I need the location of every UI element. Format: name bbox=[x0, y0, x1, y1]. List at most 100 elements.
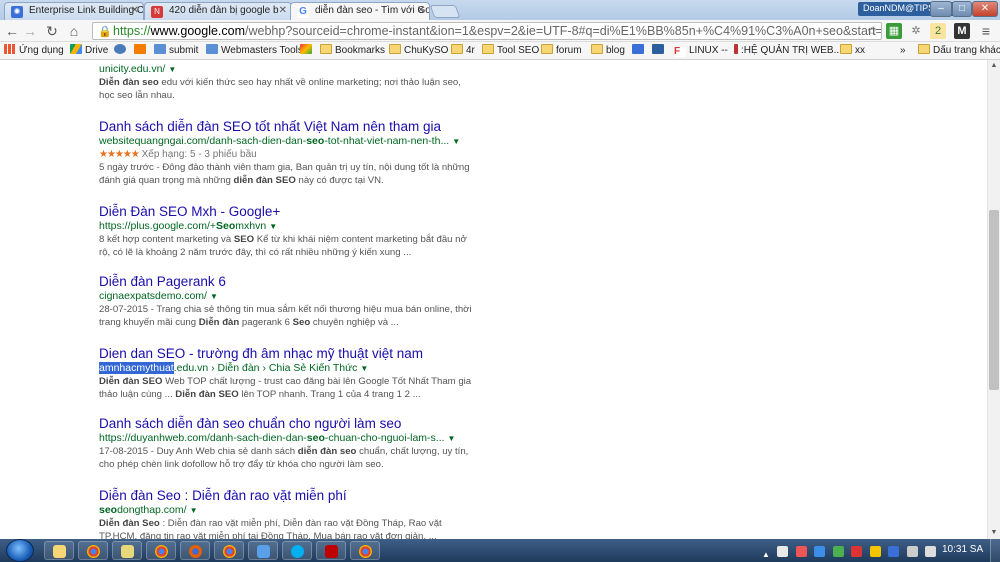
taskbar-chrome[interactable] bbox=[146, 541, 176, 560]
tab-label: diễn đàn seo - Tìm với Go bbox=[315, 5, 430, 16]
caret-down-icon[interactable]: ▼ bbox=[452, 137, 460, 146]
taskbar-chrome[interactable] bbox=[78, 541, 108, 560]
result-title-link[interactable]: Diễn Đàn SEO Mxh - Google+ bbox=[99, 203, 479, 220]
bookmarks-bar: Ứng dụng Drive submit Webmasters Tools B… bbox=[0, 42, 1000, 60]
network-icon[interactable] bbox=[906, 546, 918, 557]
caret-down-icon[interactable]: ▼ bbox=[360, 364, 368, 373]
caret-down-icon[interactable]: ▼ bbox=[190, 506, 198, 515]
result-title-link[interactable]: Diễn đàn Seo : Diễn đàn rao vặt miễn phí bbox=[99, 487, 479, 504]
result-title-link[interactable]: Dien dan SEO - trường đh âm nhạc mỹ thuậ… bbox=[99, 345, 479, 362]
close-window-button[interactable]: ✕ bbox=[972, 1, 998, 17]
menu-icon[interactable]: ≡ bbox=[978, 23, 994, 39]
bookmark-chrome[interactable] bbox=[114, 44, 129, 58]
maximize-button[interactable]: □ bbox=[952, 1, 972, 17]
result-url[interactable]: unicity.edu.vn/▼ bbox=[99, 63, 479, 76]
tray-icon[interactable] bbox=[851, 546, 863, 557]
bookmark-folder-forum[interactable]: forum bbox=[541, 44, 582, 58]
result-url[interactable]: https://plus.google.com/+Seomxhvn ▼ bbox=[99, 220, 479, 233]
back-arrow-icon[interactable]: ← bbox=[4, 23, 20, 39]
result-url[interactable]: amnhacmythuat.edu.vn › Diễn đàn › Chia S… bbox=[99, 362, 479, 375]
result-url[interactable]: cignaexpatsdemo.com/▼ bbox=[99, 290, 479, 303]
taskbar-skype[interactable] bbox=[282, 541, 312, 560]
scrollbar-thumb[interactable] bbox=[989, 210, 999, 390]
result-snippet: Diễn đàn Seo : Diễn đàn rao vặt miễn phí… bbox=[99, 518, 442, 539]
search-result: Diễn đàn Pagerank 6 cignaexpatsdemo.com/… bbox=[99, 273, 479, 329]
tab-420-dien-dan[interactable]: N 420 diễn đàn bị google b ✕ bbox=[144, 2, 292, 20]
tab-enterprise-link-building[interactable]: ✺ Enterprise Link Building C ✕ bbox=[4, 2, 144, 20]
reload-icon[interactable]: ↻ bbox=[44, 23, 60, 39]
scroll-down-arrow-icon[interactable]: ▼ bbox=[988, 527, 1000, 539]
bookmark-color[interactable] bbox=[300, 44, 315, 58]
result-title-link[interactable]: Danh sách diễn đàn SEO tốt nhất Việt Nam… bbox=[99, 118, 479, 135]
taskbar-notes[interactable] bbox=[112, 541, 142, 560]
taskbar-explorer[interactable] bbox=[44, 541, 74, 560]
bookmark-drive[interactable]: Drive bbox=[70, 44, 108, 58]
star-icon[interactable]: ☆ bbox=[864, 23, 880, 39]
page-scrollbar[interactable]: ▲ ▼ bbox=[987, 60, 1000, 539]
result-snippet: Diễn đàn seo edu với kiến thức seo hay n… bbox=[99, 77, 461, 101]
bookmark-gmail[interactable] bbox=[632, 44, 647, 58]
gear-icon[interactable]: ✲ bbox=[908, 23, 924, 39]
result-snippet: 8 kết hợp content marketing và SEO Kể từ… bbox=[99, 234, 467, 258]
bookmark-he-quan-tri-web[interactable]: :HỆ QUẢN TRỊ WEB... bbox=[734, 44, 842, 58]
extension-icon[interactable]: ▦ bbox=[886, 23, 902, 39]
result-snippet: 28-07-2015 - Trang chia sẻ thông tin mua… bbox=[99, 304, 472, 328]
close-icon[interactable]: ✕ bbox=[279, 5, 287, 16]
result-url[interactable]: https://duyanhweb.com/danh-sach-dien-dan… bbox=[99, 432, 479, 445]
scroll-up-arrow-icon[interactable]: ▲ bbox=[988, 60, 1000, 72]
bookmark-folder-4r[interactable]: 4r bbox=[451, 44, 475, 58]
folder-icon bbox=[320, 44, 332, 54]
new-tab-button[interactable] bbox=[429, 5, 461, 18]
taskbar-firefox[interactable] bbox=[180, 541, 210, 560]
caret-down-icon[interactable]: ▼ bbox=[269, 222, 277, 231]
bookmarks-overflow-chevron[interactable]: » bbox=[900, 44, 906, 58]
address-bar[interactable]: 🔒 https://www.google.com/webhp?sourceid=… bbox=[92, 22, 882, 40]
bookmark-extension[interactable] bbox=[652, 44, 667, 58]
result-url[interactable]: seodongthap.com/▼ bbox=[99, 504, 479, 517]
close-icon[interactable]: ✕ bbox=[131, 5, 139, 16]
folder-icon bbox=[451, 44, 463, 54]
gmail-icon bbox=[632, 44, 644, 54]
result-url[interactable]: websitequangngai.com/danh-sach-dien-dan-… bbox=[99, 135, 479, 148]
extension-icon[interactable]: M bbox=[954, 23, 970, 39]
tray-icon[interactable] bbox=[795, 546, 807, 557]
tray-icon[interactable] bbox=[777, 546, 789, 557]
tray-icon[interactable] bbox=[888, 546, 900, 557]
bookmark-linux[interactable]: F LINUX -- bbox=[674, 44, 728, 58]
home-icon[interactable]: ⌂ bbox=[66, 23, 82, 39]
minimize-button[interactable]: – bbox=[930, 1, 952, 17]
forward-arrow-icon[interactable]: → bbox=[22, 23, 38, 39]
bookmark-apps[interactable]: Ứng dụng bbox=[4, 44, 64, 58]
bookmark-folder-xx[interactable]: xx bbox=[840, 44, 865, 58]
taskbar-chrome[interactable] bbox=[350, 541, 380, 560]
result-title-link[interactable]: Danh sách diễn đàn seo chuẩn cho người l… bbox=[99, 415, 479, 432]
bookmark-webmasters-tools[interactable]: Webmasters Tools bbox=[206, 44, 303, 58]
bookmark-folder-blog[interactable]: blog bbox=[591, 44, 625, 58]
result-title-link[interactable]: Diễn đàn Pagerank 6 bbox=[99, 273, 479, 290]
taskbar-clock[interactable]: 10:31 SA bbox=[942, 544, 983, 555]
speaker-icon[interactable] bbox=[925, 546, 937, 557]
taskbar-chrome[interactable] bbox=[214, 541, 244, 560]
selected-text[interactable]: amnhacmythuat bbox=[99, 362, 174, 374]
tray-icon[interactable] bbox=[869, 546, 881, 557]
taskbar-filezilla[interactable] bbox=[316, 541, 346, 560]
bookmark-blogger[interactable] bbox=[134, 44, 149, 58]
taskbar-network[interactable] bbox=[248, 541, 278, 560]
bookmark-folder-chukyso[interactable]: ChuKySO bbox=[389, 44, 448, 58]
caret-down-icon[interactable]: ▼ bbox=[168, 65, 176, 74]
bookmark-folder-tool-seo[interactable]: Tool SEO bbox=[482, 44, 539, 58]
close-icon[interactable]: ✕ bbox=[417, 5, 425, 16]
tray-icon[interactable] bbox=[814, 546, 826, 557]
caret-down-icon[interactable]: ▼ bbox=[210, 292, 218, 301]
network-icon bbox=[257, 545, 270, 558]
tray-expand-icon[interactable]: ▲ bbox=[762, 550, 770, 561]
bookmark-submit[interactable]: submit bbox=[154, 44, 198, 58]
bookmark-folder-bookmarks[interactable]: Bookmarks bbox=[320, 44, 385, 58]
bookmark-folder-other[interactable]: Dấu trang khác bbox=[918, 44, 1000, 58]
start-button[interactable] bbox=[6, 539, 34, 562]
show-desktop-button[interactable] bbox=[990, 539, 1000, 562]
caret-down-icon[interactable]: ▼ bbox=[448, 434, 456, 443]
tray-icon[interactable] bbox=[832, 546, 844, 557]
tab-google-search[interactable]: G diễn đàn seo - Tìm với Go ✕ bbox=[290, 2, 430, 20]
extension-icon[interactable]: 2 bbox=[930, 23, 946, 39]
